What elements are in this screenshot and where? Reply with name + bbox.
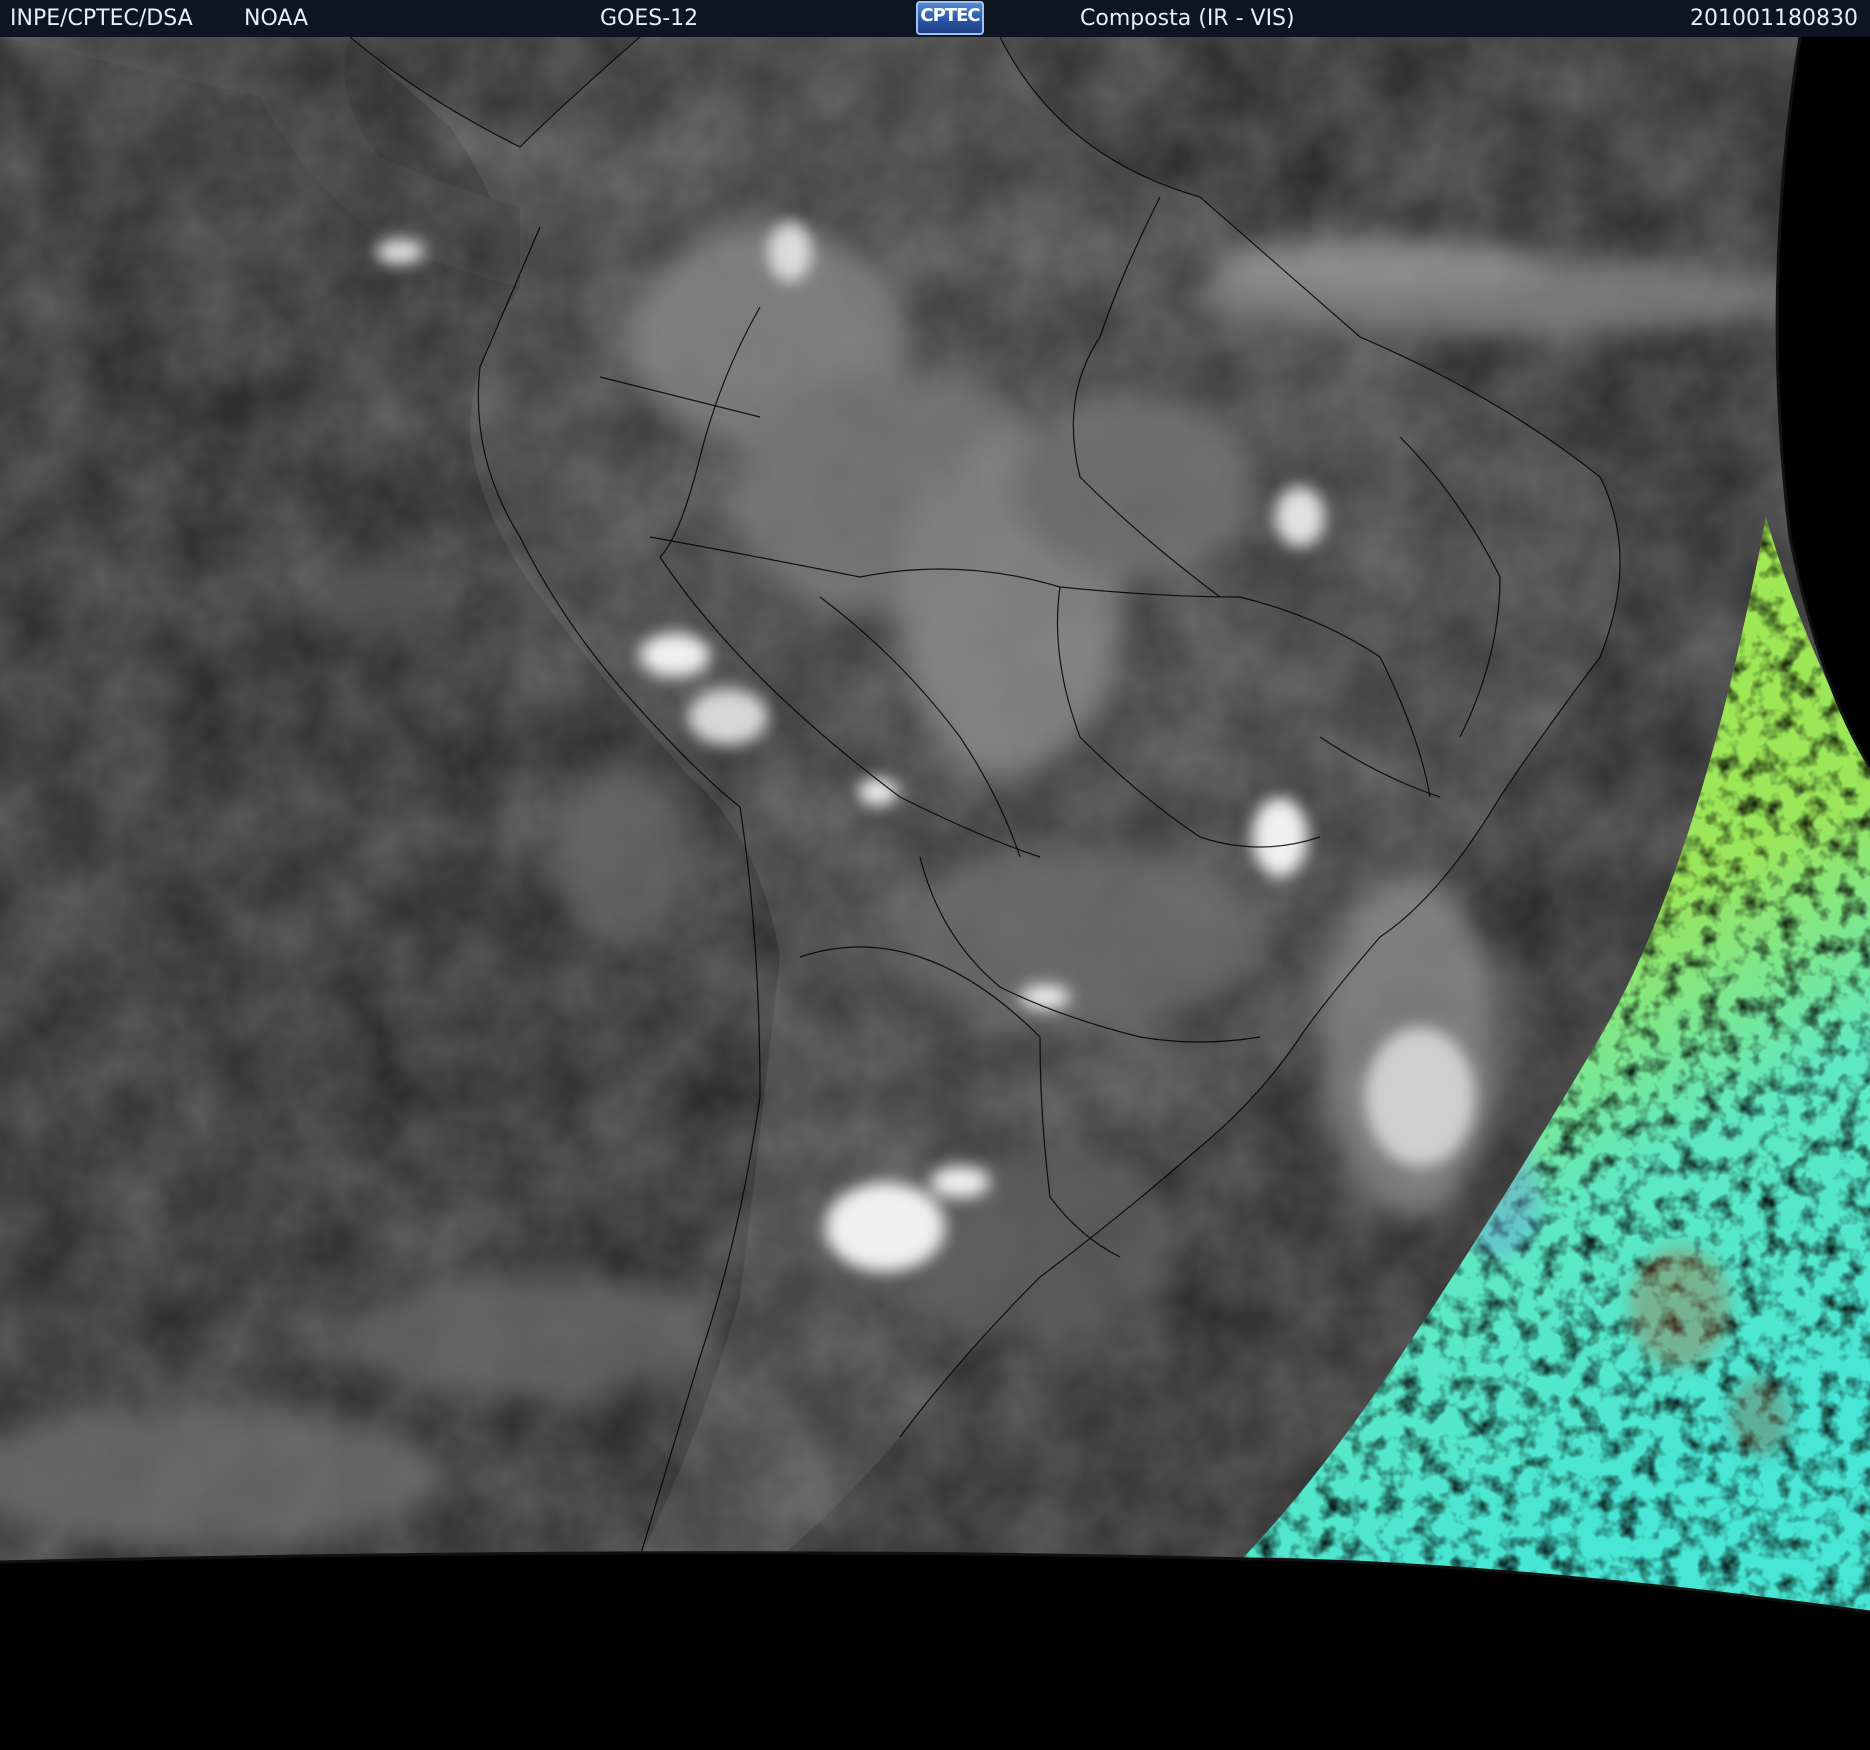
convective-cloud <box>640 633 710 677</box>
cptec-logo: CPTEC <box>916 1 984 35</box>
provider-label: NOAA <box>244 6 309 31</box>
timestamp-label: 201001180830 <box>1690 6 1858 31</box>
product-label: Composta (IR - VIS) <box>1080 6 1295 31</box>
convective-cloud <box>825 1182 945 1272</box>
satellite-label: GOES-12 <box>600 6 699 31</box>
satellite-composite-image <box>0 37 1870 1750</box>
agency-label: INPE/CPTEC/DSA <box>10 6 193 31</box>
image-header-bar: INPE/CPTEC/DSA NOAA GOES-12 CPTEC Compos… <box>0 0 1870 37</box>
